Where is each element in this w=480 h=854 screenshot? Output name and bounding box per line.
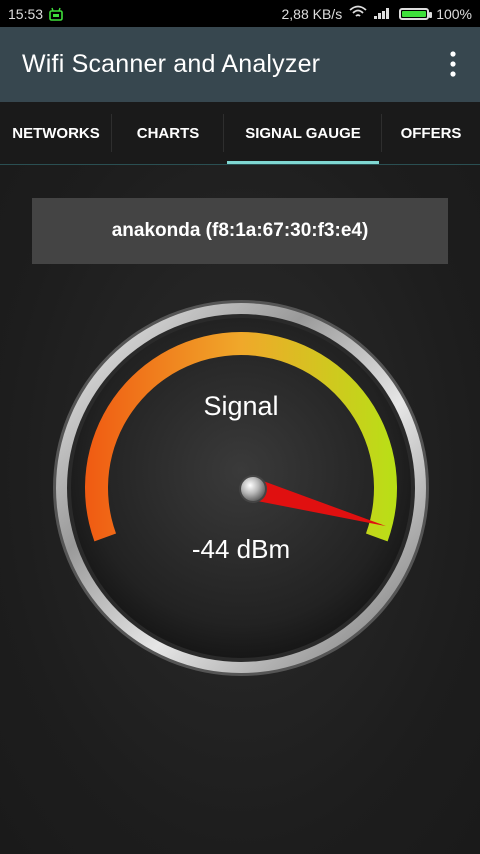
gauge-reading: -44 dBm [192, 534, 290, 564]
app-title: Wifi Scanner and Analyzer [22, 50, 321, 78]
cell-signal-icon [374, 6, 392, 22]
wifi-icon [349, 5, 367, 22]
status-time: 15:53 [8, 5, 44, 22]
status-left: 15:53 [8, 6, 63, 22]
status-bar: 15:53 2,88 KB/s 100% [0, 0, 480, 27]
android-notification-icon [49, 7, 63, 21]
status-right: 2,88 KB/s 100% [281, 5, 472, 22]
gauge-graphic: Signal -44 dBm [53, 300, 429, 676]
tab-bar: NETWORKS CHARTS SIGNAL GAUGE OFFERS [0, 102, 480, 165]
tab-label: SIGNAL GAUGE [245, 124, 361, 142]
gauge-hub [241, 477, 265, 501]
tab-signal-gauge[interactable]: SIGNAL GAUGE [224, 102, 382, 164]
tab-label: NETWORKS [12, 124, 100, 142]
network-selector[interactable]: anakonda (f8:1a:67:30:f3:e4) [32, 198, 448, 264]
signal-gauge-panel: anakonda (f8:1a:67:30:f3:e4) Signal -44 … [0, 165, 480, 854]
signal-gauge: Signal -44 dBm [52, 299, 430, 677]
battery-icon [399, 7, 433, 20]
battery-percent: 100% [436, 5, 472, 22]
network-speed: 2,88 KB/s [281, 5, 343, 22]
overflow-menu-icon[interactable] [450, 51, 456, 77]
tab-label: CHARTS [136, 124, 200, 142]
app-bar: Wifi Scanner and Analyzer [0, 27, 480, 102]
tab-networks[interactable]: NETWORKS [0, 102, 112, 164]
tab-offers[interactable]: OFFERS [382, 102, 480, 164]
network-label: anakonda (f8:1a:67:30:f3:e4) [111, 220, 369, 241]
battery-fill [402, 10, 427, 17]
tab-label: OFFERS [400, 124, 462, 142]
gauge-title: Signal [203, 391, 278, 421]
tab-charts[interactable]: CHARTS [112, 102, 224, 164]
